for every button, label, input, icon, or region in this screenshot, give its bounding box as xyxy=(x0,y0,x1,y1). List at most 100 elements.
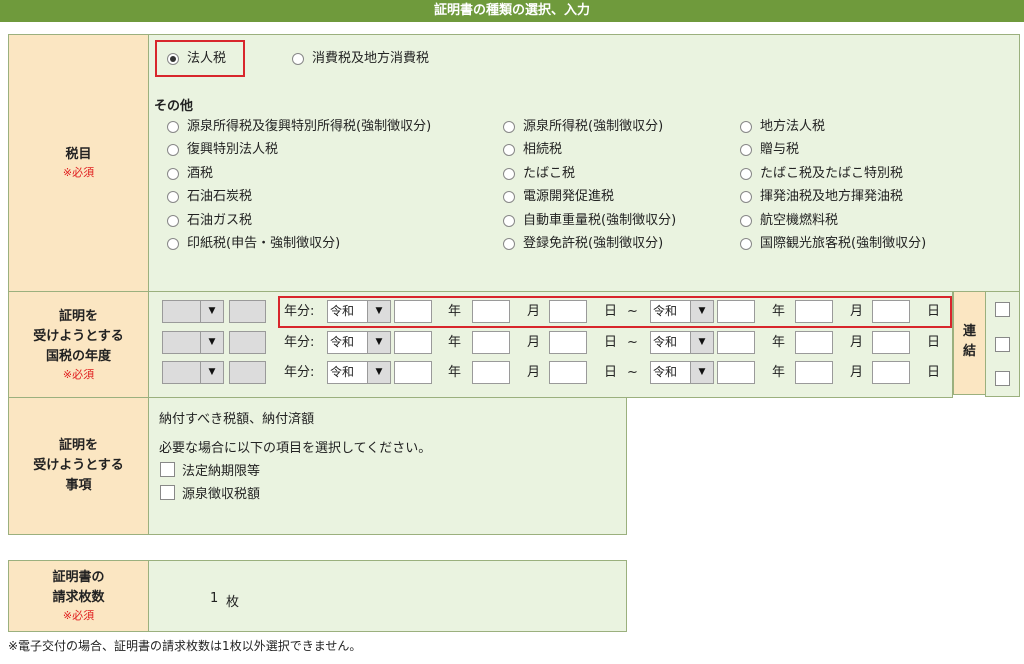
tax-item-value-cell xyxy=(148,34,1020,292)
renketsu-checkbox-2[interactable] xyxy=(995,337,1010,352)
year-input-to[interactable] xyxy=(717,361,755,384)
radio-icon xyxy=(167,214,179,227)
radio-icon xyxy=(503,214,515,227)
radio-other-option[interactable]: 国際観光旅客税(強制徴収分) xyxy=(740,236,926,252)
radio-other-option[interactable]: 石油石炭税 xyxy=(167,189,252,205)
era-select-to[interactable]: 令和 ▼ xyxy=(650,361,714,384)
unit-month: 月 xyxy=(850,365,864,380)
blank-select[interactable]: ▼ xyxy=(162,331,224,354)
chevron-down-icon: ▼ xyxy=(367,332,390,353)
count-unit: 枚 xyxy=(226,595,240,610)
radio-other-option[interactable]: 源泉所得税(強制徴収分) xyxy=(503,119,663,135)
radio-other-option[interactable]: 航空機燃料税 xyxy=(740,213,838,229)
matter-label-cell: 証明を 受けようとする 事項 xyxy=(8,397,149,535)
renketsu-checkbox-3[interactable] xyxy=(995,371,1010,386)
era-select-value: 令和 xyxy=(330,365,355,379)
blank-input[interactable] xyxy=(229,300,266,323)
count-value: 1 xyxy=(210,591,219,606)
radio-label: たばこ税及たばこ特別税 xyxy=(760,166,904,181)
radio-label: 航空機燃料税 xyxy=(760,213,839,228)
unit-year: 年 xyxy=(772,365,786,380)
unit-day: 日 xyxy=(604,335,618,350)
unit-month: 月 xyxy=(527,365,541,380)
unit-day: 日 xyxy=(927,335,941,350)
radio-label: 印紙税(申告・強制徴収分) xyxy=(187,236,341,251)
radio-shouhizei[interactable]: 消費税及地方消費税 xyxy=(292,51,429,67)
radio-other-option[interactable]: たばこ税及たばこ特別税 xyxy=(740,166,903,182)
radio-other-option[interactable]: 石油ガス税 xyxy=(167,213,252,229)
radio-label: 復興特別法人税 xyxy=(187,142,279,157)
radio-icon xyxy=(740,143,752,156)
unit-year: 年 xyxy=(772,335,786,350)
radio-houjinzei[interactable]: 法人税 xyxy=(167,51,226,67)
radio-other-option[interactable]: 登録免許税(強制徴収分) xyxy=(503,236,663,252)
era-select-from[interactable]: 令和 ▼ xyxy=(327,361,391,384)
radio-icon xyxy=(167,167,179,180)
unit-month: 月 xyxy=(527,335,541,350)
section-title: 証明書の種類の選択、入力 xyxy=(0,0,1024,22)
radio-other-option[interactable]: 地方法人税 xyxy=(740,119,825,135)
year-input-from[interactable] xyxy=(394,361,432,384)
era-select-to[interactable]: 令和 ▼ xyxy=(650,331,714,354)
month-input-from[interactable] xyxy=(472,361,510,384)
radio-other-option[interactable]: 自動車重量税(強制徴収分) xyxy=(503,213,676,229)
radio-icon xyxy=(740,237,752,250)
count-label-line: 証明書の xyxy=(52,570,105,585)
era-select-from[interactable]: 令和 ▼ xyxy=(327,331,391,354)
year-input-from[interactable] xyxy=(394,331,432,354)
radio-label: 相続税 xyxy=(523,142,563,157)
renketsu-checkbox-1[interactable] xyxy=(995,302,1010,317)
radio-label: 電源開発促進税 xyxy=(523,189,615,204)
radio-other-option[interactable]: たばこ税 xyxy=(503,166,575,182)
month-input-to[interactable] xyxy=(795,331,833,354)
radio-other-option[interactable]: 相続税 xyxy=(503,142,562,158)
radio-icon xyxy=(503,167,515,180)
tax-item-label-cell: 税目 ※必須 xyxy=(8,34,149,292)
chevron-down-icon: ▼ xyxy=(367,362,390,383)
chevron-down-icon: ▼ xyxy=(200,362,223,383)
month-input-from[interactable] xyxy=(472,331,510,354)
radio-label: 源泉所得税(強制徴収分) xyxy=(523,119,664,134)
radio-label: 法人税 xyxy=(187,51,227,66)
radio-icon xyxy=(503,237,515,250)
footnote: ※電子交付の場合、証明書の請求枚数は1枚以外選択できません。 xyxy=(8,639,362,653)
checkbox-gensen-choushu[interactable] xyxy=(160,485,175,500)
checkbox-houtei-noukigen[interactable] xyxy=(160,462,175,477)
renketsu-label-line: 連 xyxy=(962,324,976,339)
radio-label: 贈与税 xyxy=(760,142,800,157)
month-input-to[interactable] xyxy=(795,361,833,384)
chevron-down-icon: ▼ xyxy=(200,301,223,322)
radio-icon xyxy=(503,120,515,133)
count-value-cell xyxy=(148,560,627,632)
radio-icon xyxy=(167,120,179,133)
matter-label-line: 受けようとする xyxy=(33,458,124,473)
day-input-from[interactable] xyxy=(549,331,587,354)
year-input-to[interactable] xyxy=(717,331,755,354)
era-select-value: 令和 xyxy=(653,365,678,379)
radio-other-option[interactable]: 電源開発促進税 xyxy=(503,189,614,205)
blank-select[interactable]: ▼ xyxy=(162,361,224,384)
count-label-line: 請求枚数 xyxy=(52,590,105,605)
day-input-from[interactable] xyxy=(549,361,587,384)
blank-input[interactable] xyxy=(229,361,266,384)
checkbox-label: 源泉徴収税額 xyxy=(182,487,261,502)
radio-label: 国際観光旅客税(強制徴収分) xyxy=(760,236,927,251)
unit-year: 年 xyxy=(448,365,462,380)
radio-label: 源泉所得税及復興特別所得税(強制徴収分) xyxy=(187,119,432,134)
radio-other-option[interactable]: 復興特別法人税 xyxy=(167,142,278,158)
blank-input[interactable] xyxy=(229,331,266,354)
radio-other-option[interactable]: 揮発油税及地方揮発油税 xyxy=(740,189,903,205)
day-input-to[interactable] xyxy=(872,361,910,384)
radio-other-option[interactable]: 源泉所得税及復興特別所得税(強制徴収分) xyxy=(167,119,431,135)
day-input-to[interactable] xyxy=(872,331,910,354)
radio-label: 石油石炭税 xyxy=(187,189,253,204)
year-label-line: 受けようとする xyxy=(33,328,124,344)
radio-icon xyxy=(740,214,752,227)
radio-selected-icon xyxy=(167,52,179,65)
radio-other-option[interactable]: 贈与税 xyxy=(740,142,799,158)
radio-icon xyxy=(740,120,752,133)
radio-other-option[interactable]: 印紙税(申告・強制徴収分) xyxy=(167,236,340,252)
blank-select[interactable]: ▼ xyxy=(162,300,224,323)
radio-other-option[interactable]: 酒税 xyxy=(167,166,213,182)
matter-line2: 必要な場合に以下の項目を選択してください。 xyxy=(159,441,432,456)
